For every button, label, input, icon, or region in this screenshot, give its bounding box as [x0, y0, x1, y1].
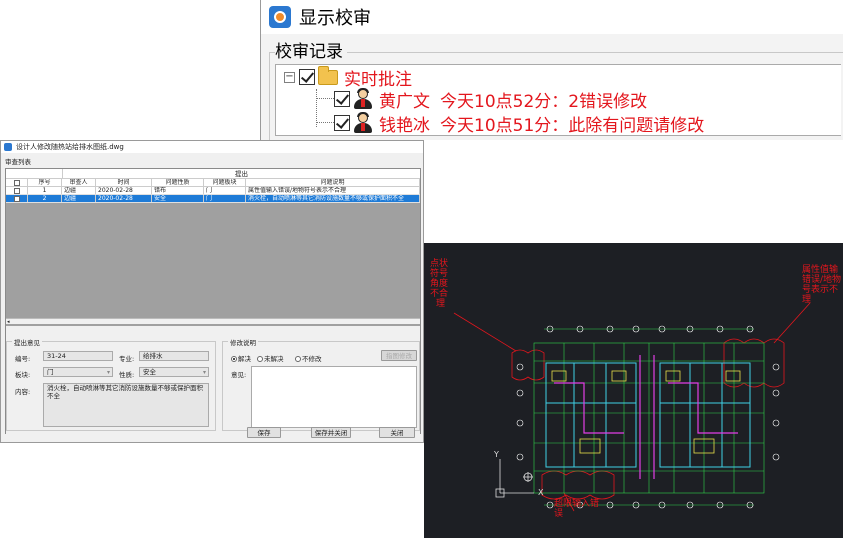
col-desc[interactable]: 问题说明 [246, 179, 420, 186]
review-window-title: 显示校审 [299, 8, 371, 29]
tree-item-comment: 今天10点52分：2错误修改 [440, 91, 648, 112]
cad-annotation-right: 属性值输 错误/地物 号表示不理 [802, 265, 842, 305]
number-field[interactable]: 31-24 [43, 351, 113, 361]
tree-connector [316, 122, 334, 123]
pipe-lines [554, 355, 738, 479]
cad-annotation-bottom: 超限输入错误 [554, 499, 600, 519]
no-modify-option[interactable]: 不修改 [295, 353, 322, 363]
close-button[interactable]: 关闭 [379, 427, 415, 438]
tree-item-comment: 今天10点51分：此除有问题请修改 [440, 115, 705, 136]
row-block: 门 [204, 195, 246, 202]
review-list-dialog: 设计人修改随热站给排水图纸.dwg 审查列表 提出 序号 审查人 时间 问题性质… [0, 140, 424, 443]
tree-item-checkbox[interactable] [334, 91, 350, 107]
row-nature: 错布 [152, 187, 204, 194]
folder-icon [318, 65, 338, 85]
modify-note-legend: 修改说明 [228, 337, 258, 347]
cad-annotation-left: 点状 符号 角度 不合理 [430, 259, 449, 309]
col-reviewer[interactable]: 审查人 [62, 179, 96, 186]
scroll-left-icon[interactable]: ◂ [7, 319, 10, 325]
row-index: 2 [28, 195, 62, 202]
app-logo-icon [269, 6, 291, 28]
row-nature: 安全 [152, 195, 204, 202]
col-block[interactable]: 问题板块 [204, 179, 246, 186]
axis-bubbles [516, 325, 780, 509]
row-reviewer: 边疆 [62, 195, 96, 202]
tree-root-node[interactable]: − 实时批注 [284, 65, 412, 90]
row-date: 2020-02-28 [96, 195, 152, 202]
major-label: 专业: [119, 355, 135, 363]
user-icon [353, 88, 373, 110]
dialog-titlebar: 设计人修改随热站给排水图纸.dwg [1, 141, 423, 153]
revision-cloud [511, 349, 545, 381]
table-row-selected[interactable]: 2 边疆 2020-02-28 安全 门 消火栓，自动喷淋等其它消防设施数量不够… [6, 195, 420, 203]
table-row[interactable]: 1 边疆 2020-02-28 错布 门 属性值输入错误/地物符号表示不合理 [6, 187, 420, 195]
revision-cloud [541, 470, 615, 500]
grid-horizontal-scrollbar[interactable]: ◂ [6, 318, 420, 325]
ucs-y-label: Y [493, 450, 499, 459]
row-date: 2020-02-28 [96, 187, 152, 194]
nature-label: 性质: [119, 371, 135, 379]
review-list-grid[interactable]: 提出 序号 审查人 时间 问题性质 问题板块 问题说明 1 边疆 2020-02… [5, 168, 421, 435]
grid-header-group: 提出 [6, 169, 420, 179]
tree-item[interactable]: 黄广文 今天10点52分：2错误修改 [334, 87, 648, 112]
save-button[interactable]: 保存 [247, 427, 281, 438]
axis-grid [533, 328, 765, 506]
nature-select[interactable]: 安全 [139, 367, 209, 377]
raise-opinion-group: 提出意见 编号: 31-24 专业: 给排水 板块: 门 性质: 安全 内容: … [6, 337, 216, 431]
row-checkbox[interactable] [6, 195, 28, 202]
merged-header: 提出 [62, 169, 420, 179]
tree-item-reviewer: 钱艳冰 [379, 115, 430, 136]
floor-plan-drawing: Y X [453, 302, 811, 512]
col-nature[interactable]: 问题性质 [152, 179, 204, 186]
block-select[interactable]: 门 [43, 367, 113, 377]
room-walls [545, 362, 751, 468]
block-label: 板块: [15, 371, 31, 379]
unresolved-option[interactable]: 未解决 [257, 353, 284, 363]
point-modify-button[interactable]: 指图修改 [381, 350, 417, 361]
review-window-titlebar: 显示校审 [261, 0, 843, 34]
col-index[interactable]: 序号 [28, 179, 62, 186]
opinion-label: 意见: [231, 371, 247, 379]
row-desc: 属性值输入错误/地物符号表示不合理 [246, 187, 420, 194]
number-label: 编号: [15, 355, 31, 363]
dialog-title: 设计人修改随热站给排水图纸.dwg [16, 143, 124, 151]
cad-drawing-viewport[interactable]: Y X 点状 符号 角度 不合理 属性值输 错误/地物 号表示不理 超限输入错误 [424, 243, 843, 538]
major-field[interactable]: 给排水 [139, 351, 209, 361]
row-reviewer: 边疆 [62, 187, 96, 194]
raise-opinion-legend: 提出意见 [12, 337, 42, 347]
tree-root-checkbox[interactable] [299, 69, 315, 85]
row-index: 1 [28, 187, 62, 194]
content-label: 内容: [15, 388, 31, 396]
dialog-app-icon [4, 143, 12, 151]
ucs-icon [495, 459, 534, 498]
tree-connector [316, 98, 334, 99]
save-close-button[interactable]: 保存并关闭 [311, 427, 351, 438]
tree-item[interactable]: 钱艳冰 今天10点51分：此除有问题请修改 [334, 111, 705, 136]
ucs-x-label: X [538, 488, 544, 497]
row-checkbox[interactable] [6, 187, 28, 194]
review-display-window: 显示校审 校审记录 − 实时批注 黄广文 今天10点52分：2错误修改 钱艳冰 … [260, 0, 843, 140]
tree-item-checkbox[interactable] [334, 115, 350, 131]
resolve-option[interactable]: 解决 [231, 353, 251, 363]
opinion-textarea[interactable] [251, 366, 417, 428]
leader-line [773, 302, 811, 344]
tree-item-reviewer: 黄广文 [379, 91, 430, 112]
header-select-all[interactable] [6, 179, 28, 186]
review-tree[interactable]: − 实时批注 黄广文 今天10点52分：2错误修改 钱艳冰 今天10点51分：此… [275, 64, 841, 136]
user-icon [353, 112, 373, 134]
row-desc: 消火栓，自动喷淋等其它消防设施数量不够或保护面积不全 [246, 195, 420, 202]
leader-line [453, 312, 517, 352]
content-field[interactable]: 消火栓，自动喷淋等其它消防设施数量不够或保护面积不全 [43, 383, 209, 427]
review-list-title: 审查列表 [5, 158, 31, 166]
row-block: 门 [204, 187, 246, 194]
collapse-icon[interactable]: − [284, 71, 295, 83]
col-time[interactable]: 时间 [96, 179, 152, 186]
grid-header-row: 序号 审查人 时间 问题性质 问题板块 问题说明 [6, 179, 420, 187]
review-records-label: 校审记录 [275, 37, 347, 62]
modify-note-group: 修改说明 解决 未解决 不修改 指图修改 意见: [222, 337, 420, 431]
